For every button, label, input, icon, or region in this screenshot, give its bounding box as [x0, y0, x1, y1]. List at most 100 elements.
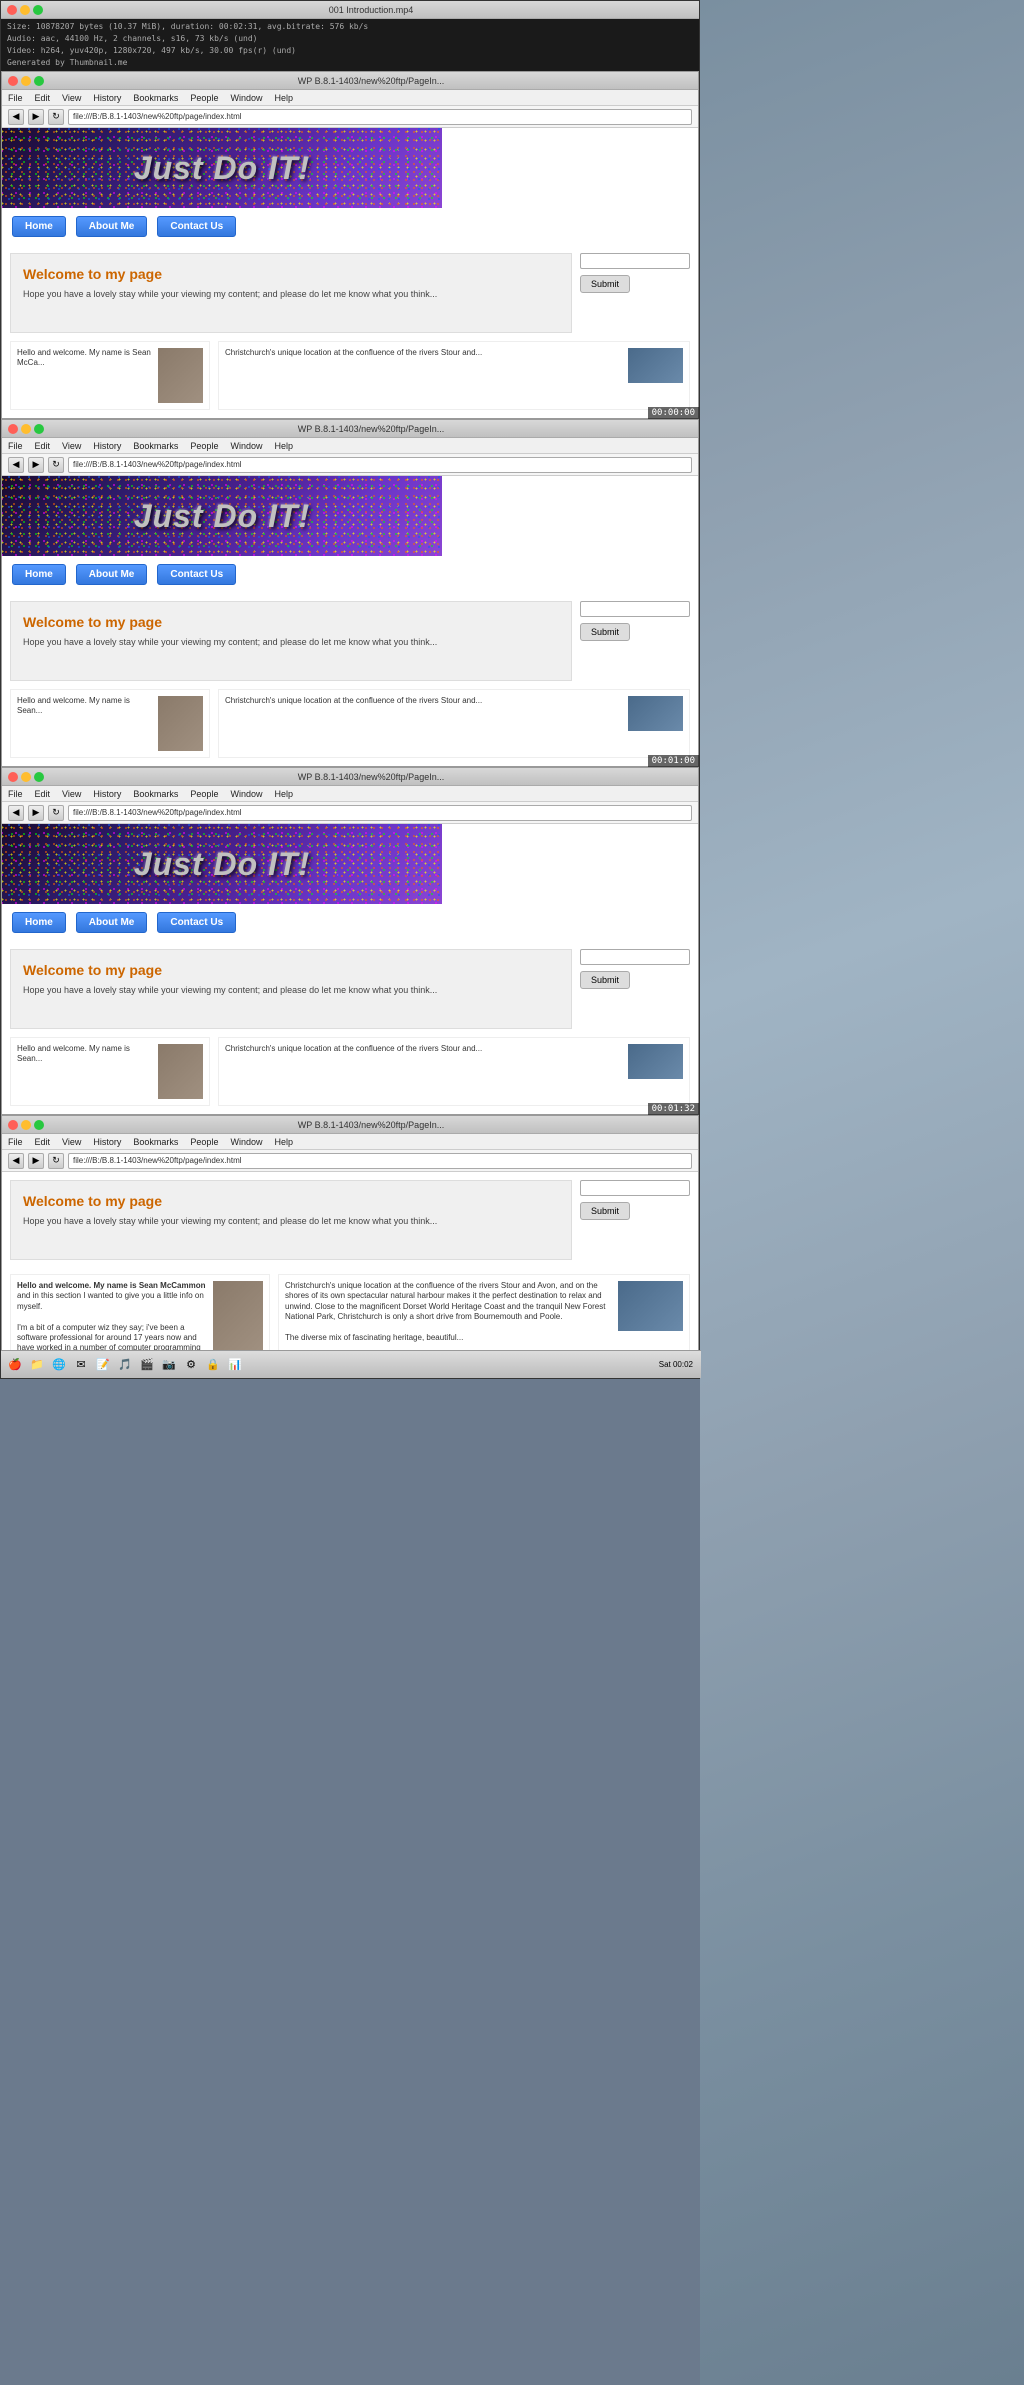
url-bar-4[interactable]: file:///B:/B.8.1-1403/new%20ftp/page/ind…	[68, 1153, 692, 1169]
browser-menubar-1[interactable]: File Edit View History Bookmarks People …	[2, 90, 698, 106]
forward-button-4[interactable]: ▶	[28, 1153, 44, 1169]
menu-history-3[interactable]: History	[93, 789, 121, 799]
submit-btn-2[interactable]: Submit	[580, 623, 630, 641]
taskbar-icon-apple[interactable]: 🍎	[5, 1355, 25, 1375]
menu-bookmarks-4[interactable]: Bookmarks	[133, 1137, 178, 1147]
menu-people[interactable]: People	[190, 93, 218, 103]
site-header-3: Just Do IT!	[2, 824, 442, 904]
menu-edit-3[interactable]: Edit	[35, 789, 51, 799]
sidebar-input-1[interactable]	[580, 253, 690, 269]
browser-close-4[interactable]	[8, 1120, 18, 1130]
reload-button-2[interactable]: ↻	[48, 457, 64, 473]
nav-about-1[interactable]: About Me	[76, 216, 148, 237]
menu-file-4[interactable]: File	[8, 1137, 23, 1147]
forward-button-1[interactable]: ▶	[28, 109, 44, 125]
menu-file-2[interactable]: File	[8, 441, 23, 451]
menu-view-2[interactable]: View	[62, 441, 81, 451]
close-button[interactable]	[7, 5, 17, 15]
browser-menubar-4[interactable]: File Edit View History Bookmarks People …	[2, 1134, 698, 1150]
browser-menubar-2[interactable]: File Edit View History Bookmarks People …	[2, 438, 698, 454]
menu-bookmarks[interactable]: Bookmarks	[133, 93, 178, 103]
menu-bookmarks-3[interactable]: Bookmarks	[133, 789, 178, 799]
browser-min-3[interactable]	[21, 772, 31, 782]
url-bar-3[interactable]: file:///B:/B.8.1-1403/new%20ftp/page/ind…	[68, 805, 692, 821]
submit-btn-4[interactable]: Submit	[580, 1202, 630, 1220]
menu-history[interactable]: History	[93, 93, 121, 103]
nav-about-2[interactable]: About Me	[76, 564, 148, 585]
menu-window-4[interactable]: Window	[230, 1137, 262, 1147]
taskbar-icon-security[interactable]: 🔒	[203, 1355, 223, 1375]
url-bar-1[interactable]: file:///B:/B.8.1-1403/new%20ftp/page/ind…	[68, 109, 692, 125]
browser-max-4[interactable]	[34, 1120, 44, 1130]
browser-close-2[interactable]	[8, 424, 18, 434]
browser-max-1[interactable]	[34, 76, 44, 86]
browser-min-1[interactable]	[21, 76, 31, 86]
menu-view[interactable]: View	[62, 93, 81, 103]
forward-button-2[interactable]: ▶	[28, 457, 44, 473]
menu-view-3[interactable]: View	[62, 789, 81, 799]
menu-people-3[interactable]: People	[190, 789, 218, 799]
submit-btn-1[interactable]: Submit	[580, 275, 630, 293]
nav-contact-2[interactable]: Contact Us	[157, 564, 236, 585]
back-button-3[interactable]: ◀	[8, 805, 24, 821]
menu-history-4[interactable]: History	[93, 1137, 121, 1147]
taskbar-icon-music[interactable]: 🎵	[115, 1355, 135, 1375]
menu-help[interactable]: Help	[274, 93, 293, 103]
menu-people-2[interactable]: People	[190, 441, 218, 451]
back-button-4[interactable]: ◀	[8, 1153, 24, 1169]
nav-contact-1[interactable]: Contact Us	[157, 216, 236, 237]
browser-close-3[interactable]	[8, 772, 18, 782]
browser-max-3[interactable]	[34, 772, 44, 782]
nav-home-3[interactable]: Home	[12, 912, 66, 933]
browser-menubar-3[interactable]: File Edit View History Bookmarks People …	[2, 786, 698, 802]
nav-about-3[interactable]: About Me	[76, 912, 148, 933]
menu-window[interactable]: Window	[230, 93, 262, 103]
menu-file[interactable]: File	[8, 93, 23, 103]
browser-min-2[interactable]	[21, 424, 31, 434]
minimize-button[interactable]	[20, 5, 30, 15]
sidebar-input-3[interactable]	[580, 949, 690, 965]
taskbar-icon-docs[interactable]: 📊	[225, 1355, 245, 1375]
nav-contact-3[interactable]: Contact Us	[157, 912, 236, 933]
welcome-highlight-4: my page	[105, 1193, 162, 1209]
nav-home-1[interactable]: Home	[12, 216, 66, 237]
menu-help-3[interactable]: Help	[274, 789, 293, 799]
menu-window-3[interactable]: Window	[230, 789, 262, 799]
taskbar-icon-video[interactable]: 🎬	[137, 1355, 157, 1375]
taskbar-icon-browser[interactable]: 🌐	[49, 1355, 69, 1375]
menu-bookmarks-2[interactable]: Bookmarks	[133, 441, 178, 451]
menu-edit-2[interactable]: Edit	[35, 441, 51, 451]
browser-min-4[interactable]	[21, 1120, 31, 1130]
back-button-2[interactable]: ◀	[8, 457, 24, 473]
menu-edit[interactable]: Edit	[35, 93, 51, 103]
forward-button-3[interactable]: ▶	[28, 805, 44, 821]
site-title-2: Just Do IT!	[134, 498, 310, 535]
back-button-1[interactable]: ◀	[8, 109, 24, 125]
taskbar-icon-mail[interactable]: ✉	[71, 1355, 91, 1375]
taskbar-icon-system[interactable]: ⚙	[181, 1355, 201, 1375]
menu-edit-4[interactable]: Edit	[35, 1137, 51, 1147]
sidebar-input-2[interactable]	[580, 601, 690, 617]
taskbar-icon-notes[interactable]: 📝	[93, 1355, 113, 1375]
menu-view-4[interactable]: View	[62, 1137, 81, 1147]
submit-btn-3[interactable]: Submit	[580, 971, 630, 989]
url-bar-2[interactable]: file:///B:/B.8.1-1403/new%20ftp/page/ind…	[68, 457, 692, 473]
welcome-section-4: Welcome to my page Hope you have a lovel…	[10, 1180, 572, 1260]
menu-help-4[interactable]: Help	[274, 1137, 293, 1147]
menu-people-4[interactable]: People	[190, 1137, 218, 1147]
browser-controls-4	[8, 1120, 44, 1130]
maximize-button[interactable]	[33, 5, 43, 15]
menu-history-2[interactable]: History	[93, 441, 121, 451]
reload-button-3[interactable]: ↻	[48, 805, 64, 821]
browser-close-1[interactable]	[8, 76, 18, 86]
reload-button-4[interactable]: ↻	[48, 1153, 64, 1169]
browser-max-2[interactable]	[34, 424, 44, 434]
menu-window-2[interactable]: Window	[230, 441, 262, 451]
taskbar-icon-finder[interactable]: 📁	[27, 1355, 47, 1375]
menu-help-2[interactable]: Help	[274, 441, 293, 451]
sidebar-input-4[interactable]	[580, 1180, 690, 1196]
nav-home-2[interactable]: Home	[12, 564, 66, 585]
taskbar-icon-photos[interactable]: 📷	[159, 1355, 179, 1375]
menu-file-3[interactable]: File	[8, 789, 23, 799]
reload-button-1[interactable]: ↻	[48, 109, 64, 125]
